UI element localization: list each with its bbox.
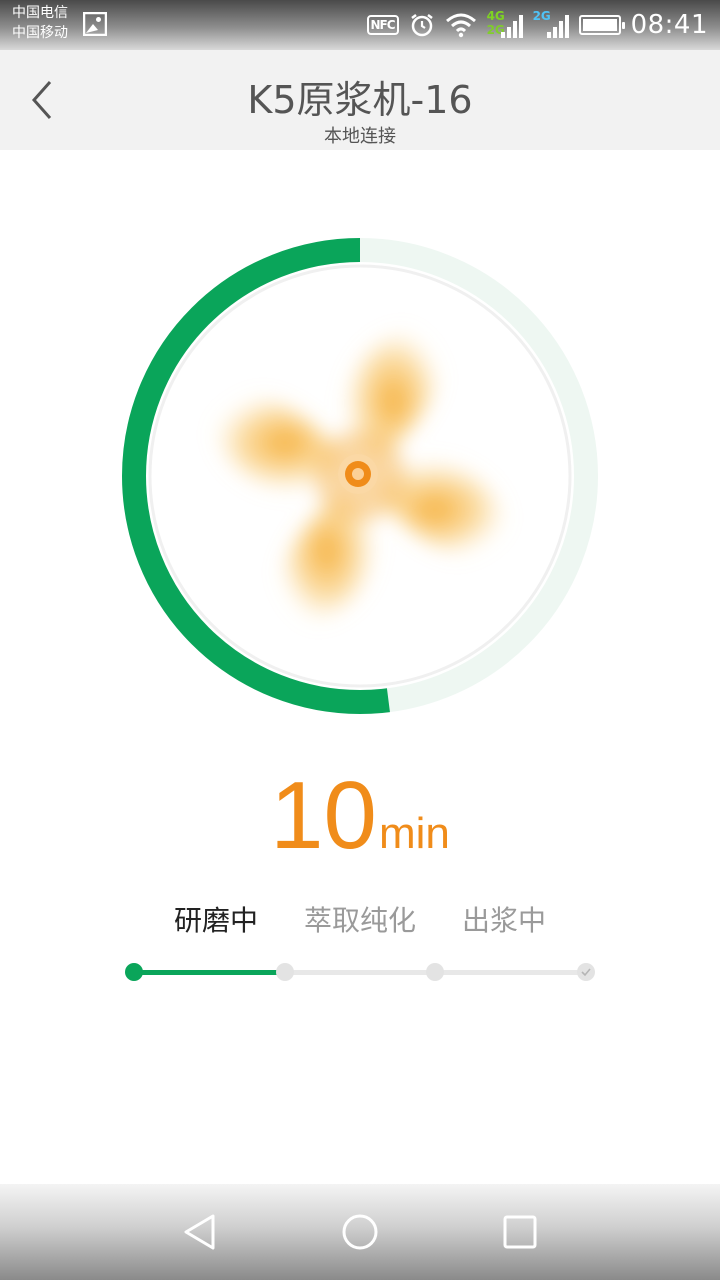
stage-grinding: 研磨中 <box>174 904 259 937</box>
stage-extraction: 萃取纯化 <box>304 904 417 937</box>
app-header: K5原浆机-16 本地连接 <box>0 50 720 150</box>
carrier-2: 中国移动 <box>12 25 68 41</box>
timer-value: 10 <box>270 762 377 869</box>
timer-unit: min <box>378 809 450 858</box>
battery-icon <box>578 15 625 35</box>
carrier-info: 中国电信 中国移动 <box>12 3 68 43</box>
step-dot-3 <box>426 963 444 981</box>
clock: 08:41 <box>630 10 708 40</box>
step-dot-1 <box>125 963 143 981</box>
recent-square-icon[interactable] <box>500 1212 540 1252</box>
signal-icon <box>546 15 569 38</box>
gallery-icon <box>83 12 107 36</box>
step-dot-done <box>577 963 595 981</box>
stage-progress-fill <box>134 970 284 975</box>
page-title: K5原浆机-16 <box>247 78 473 122</box>
progress-dial <box>120 236 600 716</box>
back-triangle-icon[interactable] <box>180 1212 220 1252</box>
system-nav-bar <box>0 1184 720 1280</box>
signal-icon <box>500 15 523 38</box>
home-circle-icon[interactable] <box>340 1212 380 1252</box>
connection-status: 本地连接 <box>324 126 396 147</box>
wifi-icon <box>445 13 476 38</box>
alarm-icon <box>410 14 433 37</box>
remaining-time: 10min <box>0 768 720 864</box>
nfc-icon: NFC <box>366 15 399 35</box>
stage-dispensing: 出浆中 <box>462 904 547 937</box>
fan-hub-center <box>352 468 364 480</box>
dial-svg <box>122 238 598 714</box>
step-dot-2 <box>276 963 294 981</box>
network-indicator-2: 2G <box>533 10 569 40</box>
status-bar: 中国电信 中国移动 NFC 4G 2G 2G 08:41 <box>0 0 720 50</box>
network-indicator-1: 4G 2G <box>487 10 523 40</box>
check-icon <box>581 968 591 977</box>
carrier-1: 中国电信 <box>12 5 68 21</box>
